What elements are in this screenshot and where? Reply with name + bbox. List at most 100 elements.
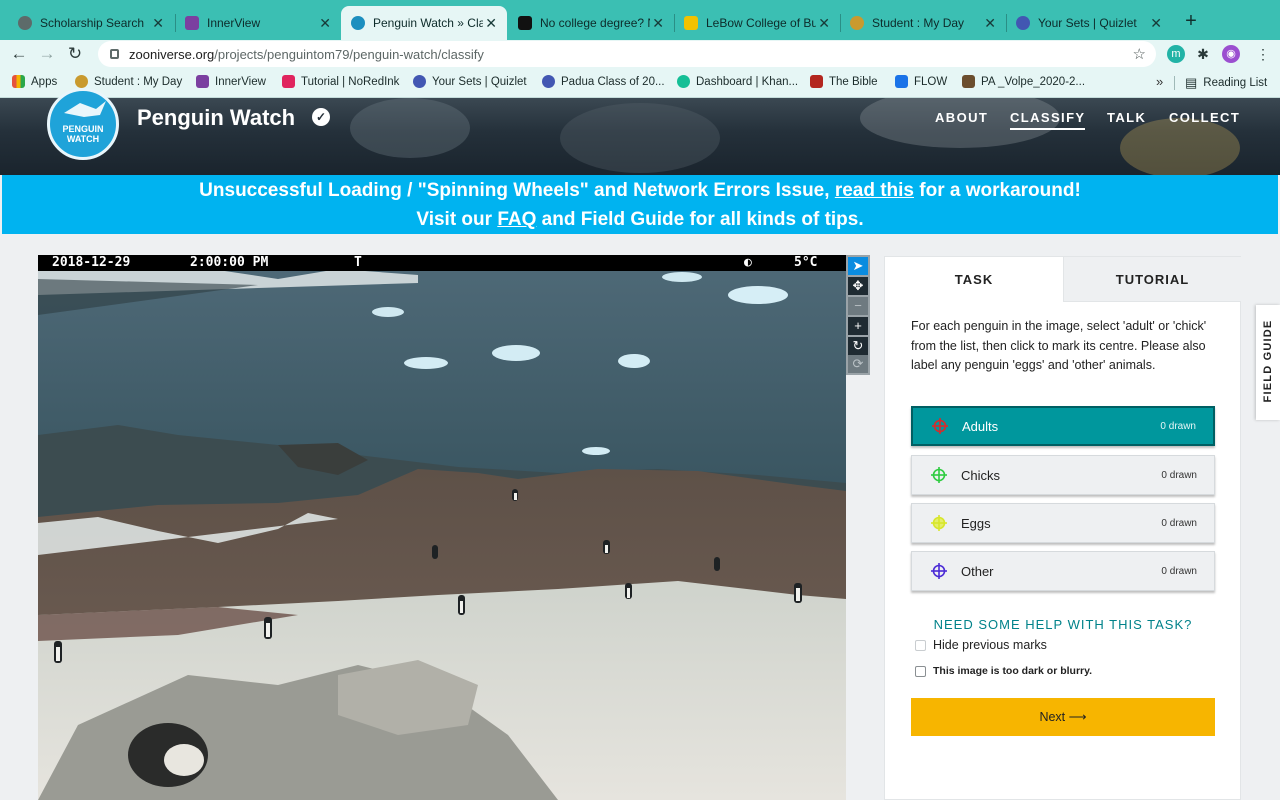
menu-dots-icon[interactable]: ⋮ [1252,43,1274,65]
banner-line-1: Unsuccessful Loading / "Spinning Wheels"… [199,180,1081,201]
bookmark-label: Tutorial | NoRedInk [301,75,400,88]
choice-eggs[interactable]: Eggs 0 drawn [911,503,1215,543]
announcement-banner: Unsuccessful Loading / "Spinning Wheels"… [2,175,1278,234]
reset-icon[interactable]: ⟳ [848,355,868,373]
moon-phase-icon: ◐ [744,255,752,270]
apps-grid-icon [12,75,25,88]
field-guide-tab[interactable]: FIELD GUIDE [1256,305,1280,420]
innerview-icon [196,75,209,88]
choice-adults[interactable]: Adults 0 drawn [911,406,1215,446]
close-tab-icon[interactable]: ✕ [319,15,331,32]
choice-chicks[interactable]: Chicks 0 drawn [911,455,1215,495]
flow-icon [895,75,908,88]
tab-tutorial[interactable]: TUTORIAL [1063,257,1241,302]
photo-temperature: 5°C [794,255,818,270]
checkbox-box[interactable] [915,665,926,677]
address-bar[interactable]: zooniverse.org/projects/penguintom79/pen… [98,41,1156,67]
noredink-icon [282,75,295,88]
choice-other[interactable]: Other 0 drawn [911,551,1215,591]
close-tab-icon[interactable]: ✕ [152,15,164,32]
hide-previous-marks-checkbox[interactable]: Hide previous marks [915,638,1047,652]
move-icon[interactable]: ✥ [848,277,868,295]
banner-line-2: Visit our FAQ and Field Guide for all ki… [416,209,864,230]
task-help-link[interactable]: NEED SOME HELP WITH THIS TASK? [911,617,1215,632]
bookmark-label: The Bible [829,75,878,88]
checkbox-label: Hide previous marks [933,638,1047,652]
project-title[interactable]: Penguin Watch [137,105,295,131]
extension-m-icon[interactable]: m [1167,45,1185,63]
bookmark-item[interactable]: Padua Class of 20... [542,75,665,88]
bookmark-item[interactable]: FLOW [895,75,947,88]
pointer-icon[interactable]: ➤ [848,257,868,275]
profile-avatar[interactable]: ◉ [1222,45,1240,63]
zoom-out-icon[interactable]: − [848,297,868,315]
bible-icon [810,75,823,88]
mountain-icon [518,16,532,30]
bookmark-item[interactable]: Student : My Day [75,75,182,88]
close-tab-icon[interactable]: ✕ [485,15,497,32]
lebow-icon [684,16,698,30]
choice-count: 0 drawn [1161,469,1197,481]
close-tab-icon[interactable]: ✕ [984,15,996,32]
nav-collect[interactable]: COLLECT [1169,110,1240,125]
reading-list-button[interactable]: ▤ Reading List [1185,75,1267,91]
lock-icon [110,49,119,59]
close-tab-icon[interactable]: ✕ [1150,15,1162,32]
back-icon[interactable]: ← [8,43,30,65]
bookmark-item[interactable]: The Bible [810,75,878,88]
choice-label: Adults [962,418,999,434]
tab-task[interactable]: TASK [885,257,1063,302]
checkbox-label: This image is too dark or blurry. [933,665,1093,677]
choice-count: 0 drawn [1161,565,1197,577]
innerview-icon [185,16,199,30]
subject-image[interactable] [38,255,846,800]
puzzle-icon[interactable]: ✱ [1194,45,1212,63]
bookmark-star-icon[interactable]: ☆ [1133,45,1146,63]
bookmark-label: Padua Class of 20... [561,75,665,88]
student-icon [850,16,864,30]
field-guide-label: FIELD GUIDE [1262,319,1274,403]
close-tab-icon[interactable]: ✕ [652,15,664,32]
close-tab-icon[interactable]: ✕ [818,15,830,32]
new-tab-button[interactable]: + [1180,10,1202,33]
browser-tab[interactable]: Your Sets | Quizlet ✕ [1006,6,1172,40]
crosshair-icon [932,418,948,434]
bookmarks-overflow-icon[interactable]: » [1156,74,1163,89]
nav-about[interactable]: ABOUT [935,110,988,125]
browser-tab[interactable]: No college degree? N ✕ [508,6,674,40]
nav-talk[interactable]: TALK [1107,110,1146,125]
reload-icon[interactable]: ↻ [64,43,86,65]
photo-time: 2:00:00 PM [190,255,269,270]
bookmark-label: Apps [31,75,58,88]
crosshair-icon [931,515,947,531]
bookmarks-bar: Apps Student : My Day InnerView Tutorial… [0,68,1280,98]
browser-tab[interactable]: LeBow College of Bus ✕ [674,6,840,40]
checkbox-box[interactable] [915,639,926,651]
student-icon [75,75,88,88]
browser-tab[interactable]: Scholarship Search ✕ [8,6,174,40]
bookmark-item[interactable]: Your Sets | Quizlet [413,75,527,88]
browser-tab-active[interactable]: Penguin Watch » Cla ✕ [341,6,507,40]
faq-link[interactable]: FAQ [497,209,536,230]
photo-flag: T [354,255,362,270]
bookmark-item[interactable]: InnerView [196,75,266,88]
browser-tab-title: Scholarship Search [40,16,145,30]
bookmark-label: FLOW [914,75,948,88]
read-this-link[interactable]: read this [835,180,914,201]
bookmark-item[interactable]: Dashboard | Khan... [677,75,798,88]
next-button[interactable]: Next ⟶ [911,698,1215,736]
zoom-in-icon[interactable]: + [848,317,868,335]
bookmark-item[interactable]: Tutorial | NoRedInk [282,75,399,88]
rotate-icon[interactable]: ↻ [848,337,868,355]
forward-icon[interactable]: → [36,43,58,65]
bookmark-item[interactable]: PA _Volpe_2020-2... [962,75,1085,88]
nav-classify[interactable]: CLASSIFY [1010,110,1086,130]
browser-tab[interactable]: Student : My Day ✕ [840,6,1006,40]
browser-tab[interactable]: InnerView ✕ [175,6,341,40]
project-logo[interactable]: PENGUIN WATCH [47,88,119,160]
bookmark-apps[interactable]: Apps [12,75,57,88]
choice-label: Other [961,563,994,579]
volpe-icon [962,75,975,88]
crosshair-icon [931,467,947,483]
too-dark-checkbox[interactable]: This image is too dark or blurry. [915,665,1092,677]
